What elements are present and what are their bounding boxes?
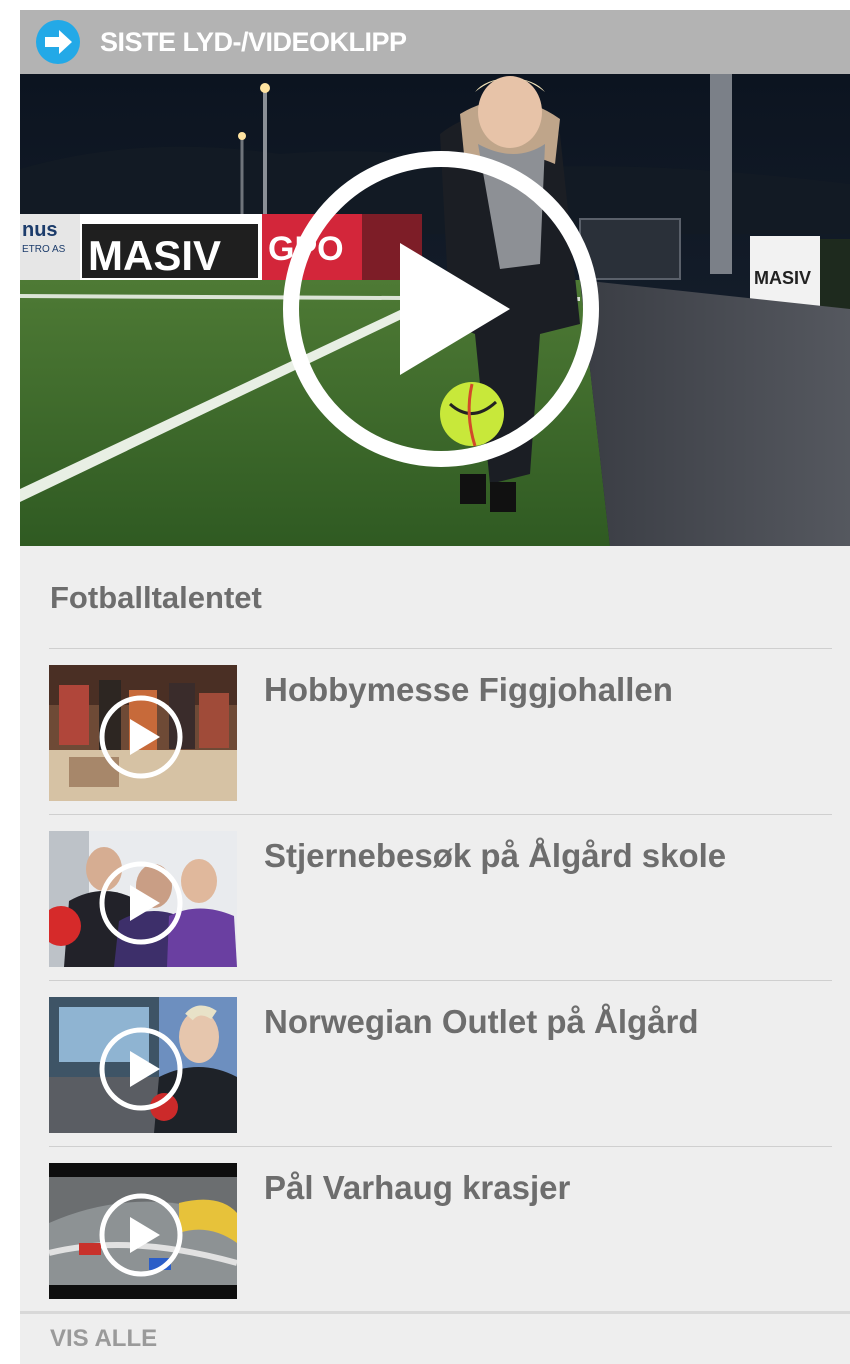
list-item[interactable]: Norwegian Outlet på Ålgård [49, 980, 832, 1146]
video-thumbnail[interactable] [49, 1163, 237, 1299]
list-item[interactable]: Stjernebesøk på Ålgård skole [49, 814, 832, 980]
play-circle-icon [99, 1027, 183, 1111]
banner-text: ETRO AS [22, 244, 66, 255]
video-thumbnail[interactable] [49, 665, 237, 801]
play-circle-icon [99, 1193, 183, 1277]
list-item[interactable]: Hobbymesse Figgjohallen [49, 648, 832, 814]
play-circle-icon [99, 861, 183, 945]
video-title[interactable]: Hobbymesse Figgjohallen [264, 669, 673, 711]
featured-video-title[interactable]: Fotballtalentet [50, 578, 262, 618]
video-title[interactable]: Norwegian Outlet på Ålgård [264, 1001, 699, 1043]
play-circle-icon [99, 695, 183, 779]
list-item[interactable]: Pål Varhaug krasjer [49, 1146, 832, 1312]
play-circle-icon[interactable] [280, 148, 602, 470]
show-all-link[interactable]: VIS ALLE [50, 1324, 157, 1354]
banner-text: MASIV [754, 268, 811, 288]
arrow-right-circle-icon [36, 20, 80, 64]
video-thumbnail[interactable] [49, 997, 237, 1133]
widget-footer: VIS ALLE [20, 1311, 850, 1364]
video-title[interactable]: Pål Varhaug krasjer [264, 1167, 570, 1209]
video-widget: SISTE LYD-/VIDEOKLIPP nus ETRO AS MASIV … [20, 10, 850, 1364]
video-list: Hobbymesse Figgjohallen Stjernebesøk på … [49, 648, 832, 1312]
video-title[interactable]: Stjernebesøk på Ålgård skole [264, 835, 726, 877]
widget-header: SISTE LYD-/VIDEOKLIPP [20, 10, 850, 74]
video-thumbnail[interactable] [49, 831, 237, 967]
featured-video[interactable]: nus ETRO AS MASIV GPO MASIV [20, 74, 850, 546]
widget-title: SISTE LYD-/VIDEOKLIPP [100, 27, 407, 57]
banner-text: MASIV [88, 232, 221, 279]
banner-text: nus [22, 219, 58, 241]
